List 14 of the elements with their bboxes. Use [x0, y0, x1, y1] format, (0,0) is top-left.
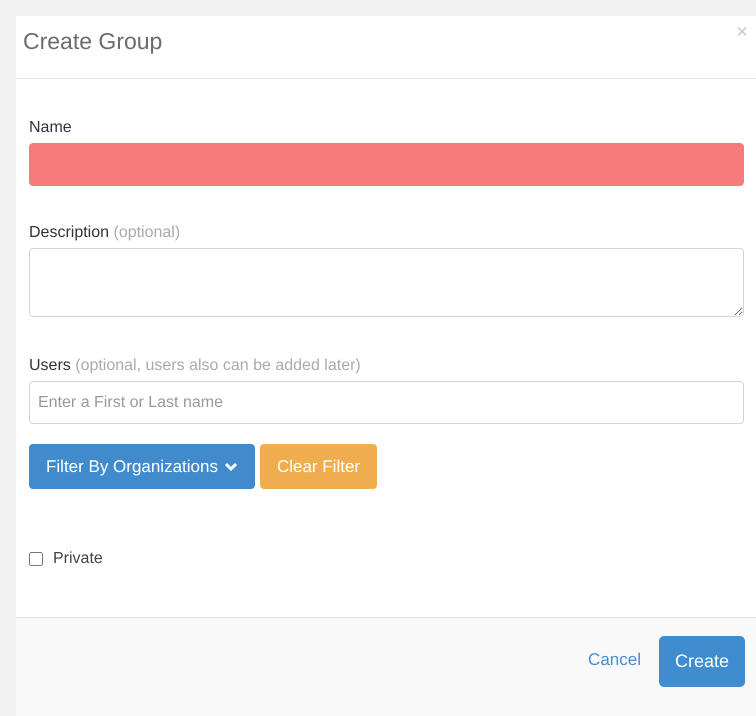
field-label: Description (optional): [29, 224, 182, 242]
field-label: Name: [29, 119, 73, 137]
clear-filter-button[interactable]: Clear Filter: [260, 444, 378, 489]
create-button[interactable]: Create: [658, 636, 745, 687]
filter-dropdown-button[interactable]: Filter By Organizations: [29, 444, 255, 489]
chevron-down-icon: [224, 462, 238, 472]
field-label: Users (optional, users also can be added later): [29, 357, 362, 375]
checkbox-label: Private: [53, 550, 103, 568]
description-field[interactable]: [29, 248, 744, 317]
private-checkbox[interactable]: [29, 552, 43, 566]
cancel-link[interactable]: Cancel: [588, 650, 641, 670]
name-field[interactable]: [29, 143, 744, 186]
dialog-title: Create Group: [23, 28, 162, 55]
users-field[interactable]: Enter a First or Last name: [29, 381, 744, 424]
